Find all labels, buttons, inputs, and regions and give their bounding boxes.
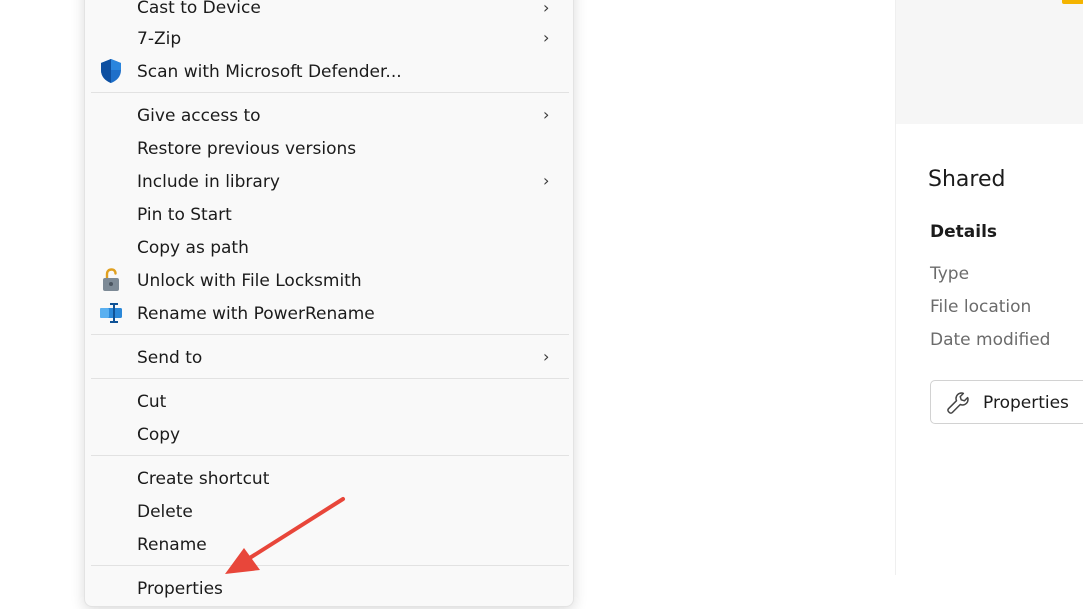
menu-item-properties[interactable]: Properties bbox=[137, 578, 223, 600]
details-heading: Details bbox=[930, 222, 998, 242]
chevron-right-icon: › bbox=[543, 28, 550, 47]
menu-item-include-library[interactable]: Include in library bbox=[137, 171, 280, 193]
menu-item-create-shortcut[interactable]: Create shortcut bbox=[137, 468, 269, 490]
detail-label-file-location: File location bbox=[930, 297, 1032, 317]
context-menu: Cast to Device › 7-Zip › Scan with Micro… bbox=[84, 0, 574, 607]
menu-item-copy-as-path[interactable]: Copy as path bbox=[137, 237, 249, 259]
properties-button-label: Properties bbox=[983, 393, 1069, 413]
detail-label-type: Type bbox=[930, 264, 970, 284]
menu-separator bbox=[91, 565, 569, 566]
menu-item-give-access[interactable]: Give access to bbox=[137, 105, 261, 127]
menu-item-power-rename[interactable]: Rename with PowerRename bbox=[137, 303, 375, 325]
chevron-right-icon: › bbox=[543, 347, 550, 366]
preview-area bbox=[896, 0, 1083, 124]
chevron-right-icon: › bbox=[543, 0, 550, 17]
menu-item-cast-to-device[interactable]: Cast to Device bbox=[137, 0, 261, 19]
menu-item-rename[interactable]: Rename bbox=[137, 534, 207, 556]
menu-separator bbox=[91, 334, 569, 335]
menu-item-unlock-locksmith[interactable]: Unlock with File Locksmith bbox=[137, 270, 362, 292]
menu-item-copy[interactable]: Copy bbox=[137, 424, 180, 446]
detail-label-date-modified: Date modified bbox=[930, 330, 1051, 350]
details-pane: Shared Details Type File location Date m… bbox=[895, 0, 1083, 575]
menu-separator bbox=[91, 378, 569, 379]
folder-thumbnail bbox=[1062, 0, 1083, 4]
chevron-right-icon: › bbox=[543, 105, 550, 124]
pane-title: Shared bbox=[928, 167, 1006, 192]
menu-item-delete[interactable]: Delete bbox=[137, 501, 193, 523]
menu-item-pin-to-start[interactable]: Pin to Start bbox=[137, 204, 232, 226]
properties-button[interactable]: Properties bbox=[930, 380, 1083, 424]
padlock-icon bbox=[98, 267, 124, 293]
chevron-right-icon: › bbox=[543, 171, 550, 190]
menu-separator bbox=[91, 92, 569, 93]
menu-item-7zip[interactable]: 7-Zip bbox=[137, 28, 181, 50]
wrench-icon bbox=[945, 390, 971, 416]
menu-item-scan-defender[interactable]: Scan with Microsoft Defender... bbox=[137, 61, 402, 83]
menu-item-send-to[interactable]: Send to bbox=[137, 347, 202, 369]
menu-item-cut[interactable]: Cut bbox=[137, 391, 166, 413]
menu-separator bbox=[91, 455, 569, 456]
menu-item-restore-versions[interactable]: Restore previous versions bbox=[137, 138, 356, 160]
defender-shield-icon bbox=[98, 58, 124, 84]
power-rename-icon bbox=[98, 300, 124, 326]
